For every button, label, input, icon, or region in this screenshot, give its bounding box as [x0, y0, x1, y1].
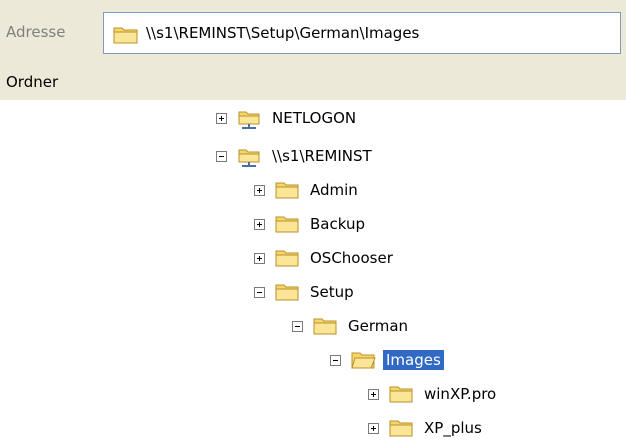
tree-node-german[interactable]: German: [292, 314, 411, 338]
tree-node-admin[interactable]: Admin: [254, 178, 361, 202]
collapse-icon[interactable]: [216, 150, 227, 162]
tree-node-label: winXP.pro: [424, 385, 497, 403]
folder-icon: [389, 420, 413, 437]
tree-node-xp-plus[interactable]: XP_plus: [368, 416, 485, 440]
address-label: Adresse: [6, 23, 66, 41]
collapse-icon[interactable]: [254, 286, 265, 298]
folder-icon: [313, 318, 337, 335]
tree-node-netlogon[interactable]: NETLOGON: [216, 106, 359, 130]
folder-icon: [389, 386, 413, 403]
collapse-icon[interactable]: [292, 320, 303, 332]
folders-pane-header: Ordner: [0, 66, 626, 100]
folders-pane-title: Ordner: [6, 73, 59, 91]
expand-icon[interactable]: [254, 218, 265, 230]
network-share-icon: [238, 111, 260, 129]
tree-node-label: XP_plus: [424, 419, 482, 437]
tree-node-setup[interactable]: Setup: [254, 280, 357, 304]
tree-node-label: Backup: [310, 215, 365, 233]
open-folder-icon: [351, 352, 376, 369]
expand-icon[interactable]: [254, 252, 265, 264]
address-bar: Adresse \\s1\REMINST\Setup\German\Images: [0, 0, 626, 67]
tree-node-label: NETLOGON: [272, 109, 357, 127]
tree-node-label: OSChooser: [310, 249, 393, 267]
tree-node-oschooser[interactable]: OSChooser: [254, 246, 396, 270]
expand-icon[interactable]: [368, 422, 379, 434]
folder-icon: [275, 284, 299, 301]
tree-node-label: German: [348, 317, 409, 335]
expand-icon[interactable]: [368, 388, 379, 400]
address-path: \\s1\REMINST\Setup\German\Images: [146, 24, 420, 42]
tree-node-label: \\s1\REMINST: [272, 147, 372, 165]
folder-icon: [275, 250, 299, 267]
tree-node-label-selected: Images: [383, 350, 444, 370]
expand-icon[interactable]: [216, 112, 227, 124]
folder-tree: NETLOGON \\s1\REMINST Admin Backup OSCho…: [0, 100, 626, 446]
tree-node-backup[interactable]: Backup: [254, 212, 368, 236]
expand-icon[interactable]: [254, 184, 265, 196]
collapse-icon[interactable]: [330, 354, 341, 366]
tree-node-winxp-pro[interactable]: winXP.pro: [368, 382, 499, 406]
folder-icon: [275, 182, 299, 199]
folder-icon: [113, 27, 138, 44]
address-field[interactable]: \\s1\REMINST\Setup\German\Images: [103, 12, 621, 54]
tree-node-reminst[interactable]: \\s1\REMINST: [216, 144, 375, 168]
tree-node-images[interactable]: Images: [330, 348, 444, 372]
tree-node-label: Admin: [310, 181, 358, 199]
network-share-icon: [238, 149, 260, 167]
folder-icon: [275, 216, 299, 233]
tree-node-label: Setup: [310, 283, 354, 301]
